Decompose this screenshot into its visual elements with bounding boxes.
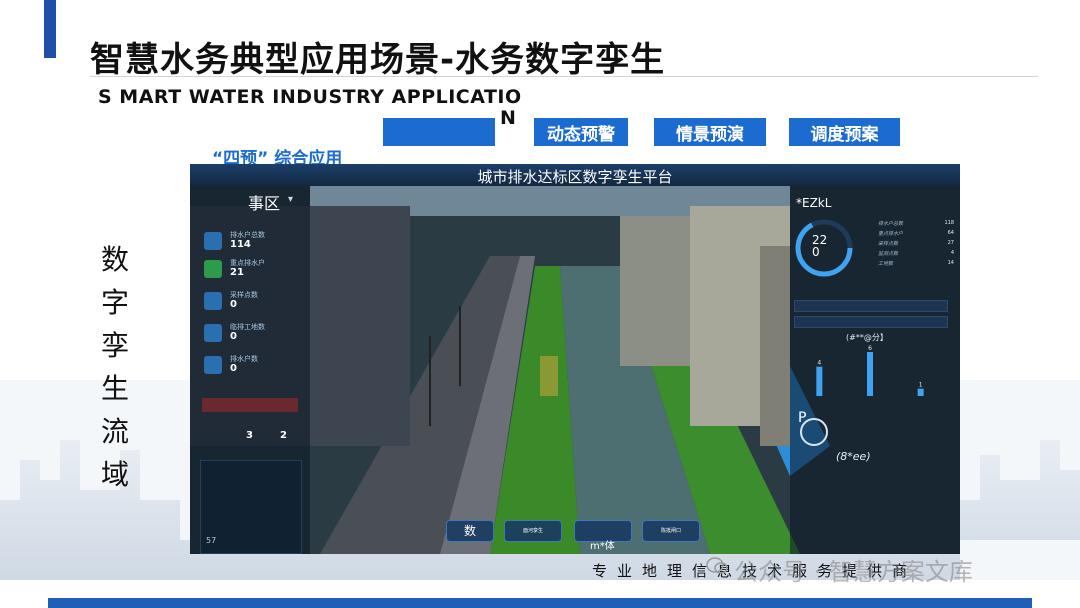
bar [816, 366, 823, 396]
kv-row: 排水户总数 118 [878, 220, 954, 228]
bar [867, 352, 873, 396]
kv-key: 工地数 [878, 261, 894, 267]
vertical-char: 数 [100, 243, 129, 276]
grid-icon [204, 356, 222, 374]
title-divider [90, 76, 1038, 77]
stat-item: 采样点数 0 [204, 290, 304, 316]
vertical-char: 孪 [100, 329, 129, 362]
kv-value: 4 [950, 250, 954, 256]
bottom-band [48, 598, 1032, 608]
region-selector[interactable]: 事区 [248, 190, 280, 214]
stat-item: 重点排水户 21 [204, 258, 304, 284]
warning-strip [202, 398, 298, 412]
digital-twin-platform: 城市排水达标区数字孪生平台 事区 ▾ 排水户总数 114 重点排水户 21 采样… [190, 164, 960, 554]
kv-key: 监测点数 [878, 251, 899, 257]
kv-value: 27 [947, 240, 954, 246]
stat-value: 114 [230, 239, 251, 250]
bar [917, 388, 924, 396]
page-subtitle: S MART WATER INDUSTRY APPLICATIO [98, 86, 522, 108]
right-panel-row [794, 300, 948, 312]
right-panel-row [794, 316, 948, 328]
kv-row: 监测点数 4 [878, 250, 954, 258]
chevron-down-icon[interactable]: ▾ [288, 194, 293, 205]
vertical-char: 字 [100, 286, 129, 319]
stat-value: 0 [230, 331, 237, 342]
stat-item: 排水户数 0 [204, 354, 304, 380]
p-value: (8*ee) [836, 450, 871, 463]
wechat-icon [706, 557, 728, 574]
kv-key: 排水户总数 [878, 221, 904, 227]
kv-row: 工地数 14 [878, 260, 954, 268]
bottom-mark: m*体 [590, 541, 615, 552]
vertical-char: 域 [100, 458, 129, 491]
bar-value-label: 6 [868, 345, 872, 352]
right-panel-caption: (#**@分】 [846, 333, 888, 342]
bottom-button[interactable]: 陈抵闸口 [642, 520, 700, 542]
tab-scenario-rehearsal[interactable]: 情景预演 [654, 118, 766, 146]
gauge-value: 22 0 [812, 234, 827, 258]
kv-row: 重点排水户 64 [878, 230, 954, 238]
factory-icon [204, 260, 222, 278]
kv-value: 14 [947, 260, 954, 266]
stat-value: 21 [230, 267, 244, 278]
kv-key: 重点排水户 [878, 231, 904, 237]
bottom-button[interactable]: 数 [446, 520, 494, 542]
watermark-text: 公众号 · 智慧方案文库 [734, 558, 973, 586]
stat-item: 临排工地数 0 [204, 322, 304, 348]
kv-row: 采样点数 27 [878, 240, 954, 248]
tab-dynamic-warning[interactable]: 动态预警 [534, 118, 628, 146]
accent-bar [44, 0, 56, 58]
bar-value-label: 1 [919, 382, 923, 389]
right-bar-chart: 4 6 1 [816, 345, 924, 396]
bottom-left-value: 57 [206, 536, 217, 545]
house-icon [204, 324, 222, 342]
flask-icon [204, 292, 222, 310]
bar-value-label: 4 [817, 360, 821, 367]
tab-dispatch-plan[interactable]: 调度预案 [789, 118, 900, 146]
vertical-char: 生 [100, 372, 129, 405]
page-subtitle-tail: N [500, 107, 516, 129]
kv-key: 采样点数 [878, 241, 899, 247]
stat-value: 0 [230, 299, 237, 310]
vertical-char: 流 [100, 415, 129, 448]
bottom-button[interactable]: 面河孪生 [504, 520, 562, 542]
platform-title: 城市排水达标区数字孪生平台 [477, 168, 673, 186]
page-title: 智慧水务典型应用场景-水务数字孪生 [90, 40, 666, 80]
kv-value: 64 [947, 230, 954, 236]
stat-item: 排水户总数 114 [204, 230, 304, 256]
right-panel-header: *EZkL [796, 196, 832, 210]
status-circle-icon [800, 418, 828, 446]
tab-blank[interactable] [383, 118, 495, 146]
gauge-bottom-value: 0 [812, 245, 820, 259]
building-icon [204, 232, 222, 250]
warning-count: 2 [280, 430, 287, 441]
kv-value: 118 [944, 220, 954, 226]
warning-count: 3 [246, 430, 253, 441]
vertical-title: 数 字 孪 生 流 域 [98, 238, 132, 496]
stat-value: 0 [230, 363, 237, 374]
